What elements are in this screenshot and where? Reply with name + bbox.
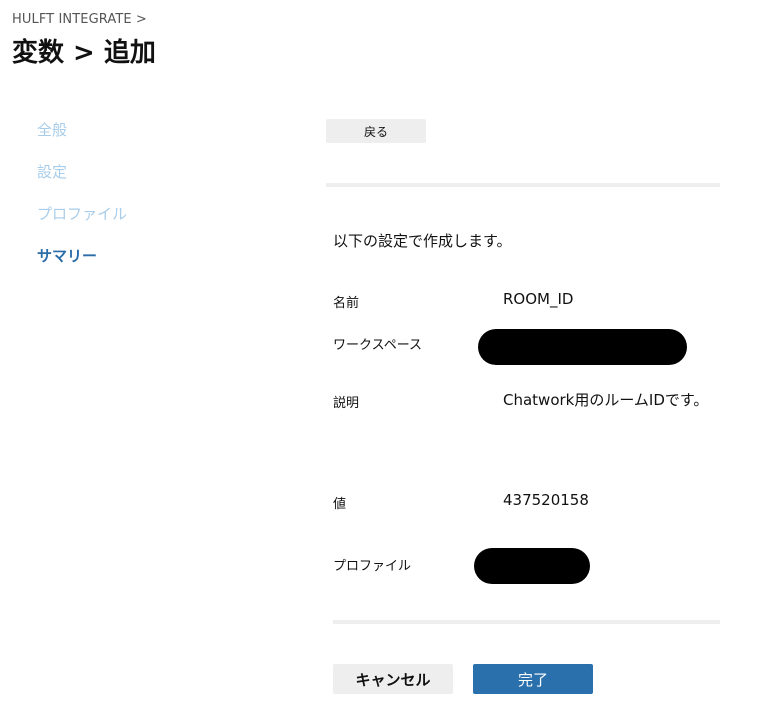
back-button[interactable]: 戻る	[326, 119, 426, 143]
step-general[interactable]: 全般	[37, 118, 127, 160]
workspace-label: ワークスペース	[333, 338, 423, 353]
cancel-button[interactable]: キャンセル	[333, 664, 453, 694]
divider-top	[326, 183, 720, 187]
breadcrumb: HULFT INTEGRATE >	[12, 12, 147, 27]
breadcrumb-separator: >	[135, 12, 147, 27]
description-value: Chatwork用のルームIDです。	[503, 391, 709, 409]
name-label: 名前	[333, 296, 360, 311]
profile-value-redacted	[474, 548, 590, 584]
summary-intro-text: 以下の設定で作成します。	[333, 232, 512, 250]
name-value: ROOM_ID	[503, 290, 574, 308]
step-settings[interactable]: 設定	[37, 160, 127, 202]
done-button[interactable]: 完了	[473, 664, 593, 694]
profile-label: プロファイル	[333, 559, 412, 574]
wizard-step-nav: 全般 設定 プロファイル サマリー	[37, 118, 127, 286]
description-label: 説明	[333, 396, 360, 411]
value-label: 値	[333, 497, 347, 512]
workspace-value-redacted	[478, 329, 687, 365]
breadcrumb-link-hulft-integrate[interactable]: HULFT INTEGRATE	[12, 12, 132, 27]
value-value: 437520158	[503, 491, 589, 509]
divider-bottom	[333, 620, 720, 624]
page-title: 変数 > 追加	[12, 38, 156, 68]
step-summary[interactable]: サマリー	[37, 244, 127, 286]
step-profile[interactable]: プロファイル	[37, 202, 127, 244]
